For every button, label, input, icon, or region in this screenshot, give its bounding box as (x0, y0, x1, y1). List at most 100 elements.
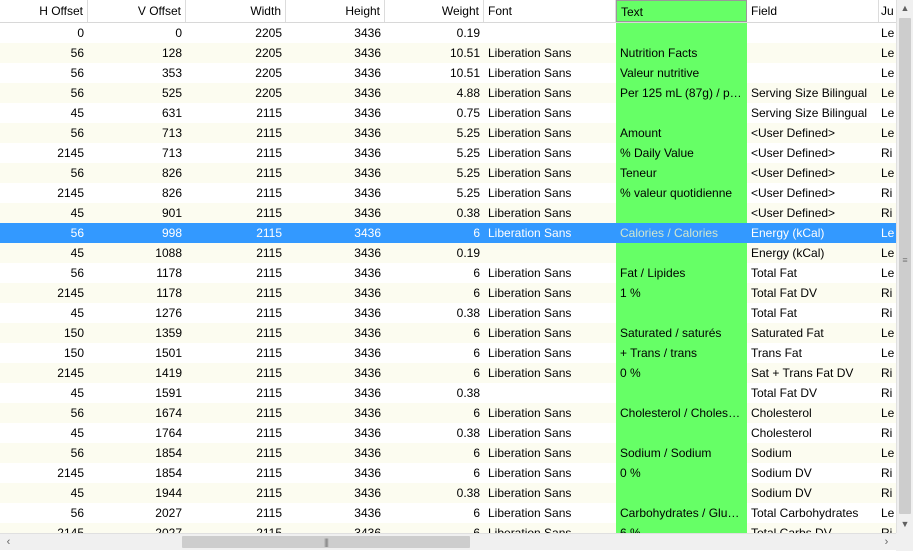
cell-v-offset[interactable]: 1674 (88, 403, 186, 423)
cell-height[interactable]: 3436 (286, 163, 385, 183)
cell-width[interactable]: 2115 (186, 403, 286, 423)
cell-width[interactable]: 2115 (186, 183, 286, 203)
cell-height[interactable]: 3436 (286, 343, 385, 363)
table-row[interactable]: 45 1088 2115 3436 0.19 Energy (kCal) Le (0, 243, 896, 264)
cell-height[interactable]: 3436 (286, 243, 385, 263)
cell-field[interactable] (747, 23, 879, 43)
cell-height[interactable]: 3436 (286, 423, 385, 443)
cell-field[interactable]: Total Carbohydrates (747, 503, 879, 523)
cell-h-offset[interactable]: 150 (0, 343, 88, 363)
column-header-font[interactable]: Font (484, 0, 616, 22)
cell-justification[interactable]: Le (879, 103, 896, 123)
scroll-left-button[interactable]: ‹ (0, 534, 17, 550)
column-header-width[interactable]: Width (186, 0, 286, 22)
cell-width[interactable]: 2115 (186, 463, 286, 483)
cell-text[interactable]: Teneur (616, 163, 747, 183)
cell-width[interactable]: 2115 (186, 163, 286, 183)
cell-text[interactable]: + Trans / trans (616, 343, 747, 363)
cell-text[interactable]: Saturated / saturés (616, 323, 747, 343)
cell-width[interactable]: 2115 (186, 143, 286, 163)
cell-v-offset[interactable]: 1591 (88, 383, 186, 403)
cell-font[interactable]: Liberation Sans (484, 403, 616, 423)
cell-font[interactable]: Liberation Sans (484, 223, 616, 243)
cell-weight[interactable]: 6 (385, 523, 484, 533)
cell-h-offset[interactable]: 45 (0, 483, 88, 503)
cell-width[interactable]: 2115 (186, 423, 286, 443)
cell-h-offset[interactable]: 2145 (0, 363, 88, 383)
cell-field[interactable]: Sodium DV (747, 483, 879, 503)
column-header-text[interactable]: Text (616, 0, 747, 22)
cell-weight[interactable]: 0.38 (385, 203, 484, 223)
cell-height[interactable]: 3436 (286, 503, 385, 523)
cell-height[interactable]: 3436 (286, 263, 385, 283)
cell-v-offset[interactable]: 128 (88, 43, 186, 63)
cell-width[interactable]: 2205 (186, 23, 286, 43)
cell-weight[interactable]: 5.25 (385, 123, 484, 143)
cell-justification[interactable]: Ri (879, 283, 896, 303)
cell-field[interactable]: Total Fat DV (747, 283, 879, 303)
cell-weight[interactable]: 6 (385, 463, 484, 483)
cell-text[interactable]: 1 % (616, 283, 747, 303)
cell-text[interactable] (616, 103, 747, 123)
cell-text[interactable]: Valeur nutritive (616, 63, 747, 83)
cell-height[interactable]: 3436 (286, 383, 385, 403)
cell-height[interactable]: 3436 (286, 83, 385, 103)
cell-field[interactable]: Total Fat (747, 303, 879, 323)
cell-weight[interactable]: 6 (385, 343, 484, 363)
cell-height[interactable]: 3436 (286, 323, 385, 343)
cell-font[interactable]: Liberation Sans (484, 423, 616, 443)
scroll-down-button[interactable]: ▼ (897, 516, 913, 533)
cell-font[interactable]: Liberation Sans (484, 363, 616, 383)
cell-v-offset[interactable]: 901 (88, 203, 186, 223)
cell-v-offset[interactable]: 353 (88, 63, 186, 83)
table-row[interactable]: 2145 2027 2115 3436 6 Liberation Sans 6 % Total… (0, 523, 896, 533)
cell-field[interactable]: Sodium (747, 443, 879, 463)
table-row[interactable]: 45 1591 2115 3436 0.38 Total Fat DV Ri (0, 383, 896, 404)
table-row[interactable]: 0 0 2205 3436 0.19 Le (0, 23, 896, 44)
column-header-field[interactable]: Field (747, 0, 879, 22)
table-row[interactable]: 45 901 2115 3436 0.38 Liberation Sans <User De… (0, 203, 896, 224)
cell-font[interactable]: Liberation Sans (484, 103, 616, 123)
table-row[interactable]: 45 1764 2115 3436 0.38 Liberation Sans Cholest… (0, 423, 896, 444)
cell-weight[interactable]: 0.38 (385, 423, 484, 443)
cell-font[interactable] (484, 383, 616, 403)
cell-font[interactable]: Liberation Sans (484, 83, 616, 103)
cell-field[interactable] (747, 63, 879, 83)
cell-width[interactable]: 2115 (186, 263, 286, 283)
cell-font[interactable]: Liberation Sans (484, 503, 616, 523)
cell-weight[interactable]: 0.19 (385, 243, 484, 263)
cell-justification[interactable]: Le (879, 23, 896, 43)
table-row[interactable]: 2145 826 2115 3436 5.25 Liberation Sans% vale… (0, 183, 896, 204)
cell-text[interactable]: Amount (616, 123, 747, 143)
cell-v-offset[interactable]: 826 (88, 163, 186, 183)
cell-justification[interactable]: Le (879, 63, 896, 83)
cell-height[interactable]: 3436 (286, 143, 385, 163)
cell-height[interactable]: 3436 (286, 123, 385, 143)
cell-text[interactable] (616, 203, 747, 223)
cell-v-offset[interactable]: 1088 (88, 243, 186, 263)
cell-v-offset[interactable]: 631 (88, 103, 186, 123)
cell-justification[interactable]: Ri (879, 483, 896, 503)
cell-weight[interactable]: 0.19 (385, 23, 484, 43)
cell-h-offset[interactable]: 45 (0, 383, 88, 403)
table-row[interactable]: 2145 713 2115 3436 5.25 Liberation Sans% Dail… (0, 143, 896, 164)
cell-h-offset[interactable]: 2145 (0, 143, 88, 163)
cell-v-offset[interactable]: 713 (88, 143, 186, 163)
cell-text[interactable]: Calories / Calories (616, 223, 747, 243)
cell-height[interactable]: 3436 (286, 483, 385, 503)
cell-height[interactable]: 3436 (286, 443, 385, 463)
cell-text[interactable]: Cholesterol / Cholestérol (616, 403, 747, 423)
table-row[interactable]: 2145 1854 2115 3436 6 Liberation Sans 0 % Sodiu… (0, 463, 896, 484)
cell-text[interactable] (616, 243, 747, 263)
cell-weight[interactable]: 6 (385, 263, 484, 283)
cell-field[interactable]: Energy (kCal) (747, 223, 879, 243)
cell-weight[interactable]: 6 (385, 223, 484, 243)
cell-v-offset[interactable]: 1419 (88, 363, 186, 383)
cell-height[interactable]: 3436 (286, 303, 385, 323)
cell-field[interactable]: Total Fat DV (747, 383, 879, 403)
cell-field[interactable]: Cholesterol (747, 423, 879, 443)
cell-field[interactable]: Serving Size Bilingual (747, 83, 879, 103)
horizontal-scrollbar[interactable]: ‹ ||| › (0, 533, 896, 550)
cell-justification[interactable]: Le (879, 43, 896, 63)
cell-width[interactable]: 2205 (186, 63, 286, 83)
